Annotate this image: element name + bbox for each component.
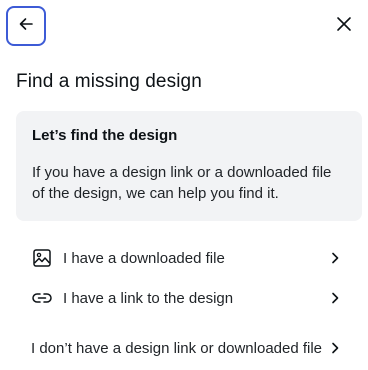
- info-body: If you have a design link or a downloade…: [32, 164, 332, 202]
- info-heading: Let’s find the design: [32, 127, 178, 144]
- chevron-right-icon: [324, 337, 346, 359]
- close-button[interactable]: [326, 6, 362, 46]
- option-no-link[interactable]: I don’t have a design link or downloaded…: [16, 326, 362, 370]
- option-label: I don’t have a design link or downloaded…: [31, 339, 323, 357]
- link-icon: [31, 287, 53, 309]
- close-icon: [335, 15, 353, 38]
- option-link[interactable]: I have a link to the design: [16, 287, 362, 309]
- chevron-right-icon: [324, 247, 346, 269]
- option-label: I have a downloaded file: [63, 249, 225, 267]
- page-title: Find a missing design: [16, 71, 202, 92]
- back-button[interactable]: [6, 6, 46, 46]
- arrow-left-icon: [17, 15, 35, 38]
- chevron-right-icon: [324, 287, 346, 309]
- option-downloaded-file[interactable]: I have a downloaded file: [16, 247, 362, 269]
- image-icon: [31, 247, 53, 269]
- option-label: I have a link to the design: [63, 289, 234, 307]
- info-card: Let’s find the design If you have a desi…: [16, 111, 362, 221]
